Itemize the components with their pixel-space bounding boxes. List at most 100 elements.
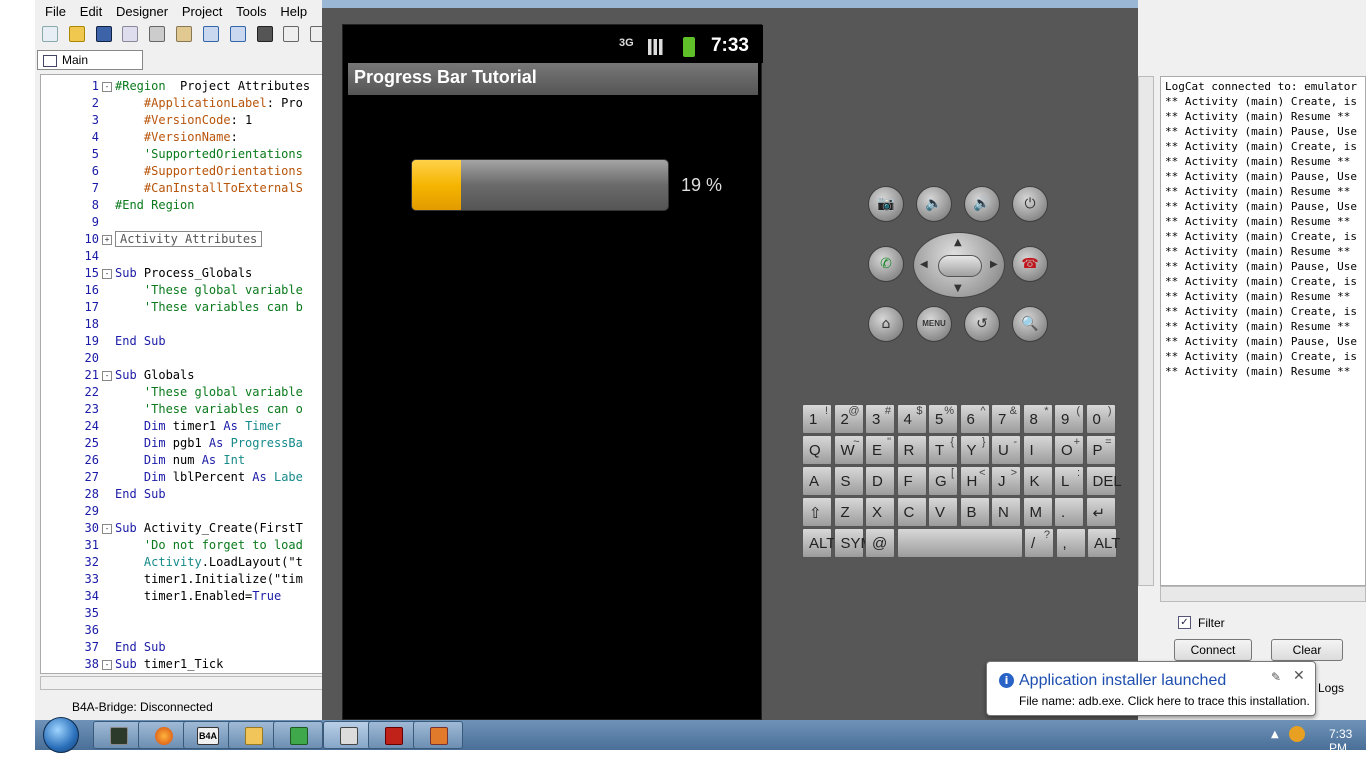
taskbar-installer[interactable] <box>273 721 323 749</box>
keyboard-key[interactable]: F <box>896 466 927 496</box>
code-line[interactable]: 3 #VersionCode: 1 <box>41 112 334 129</box>
close-icon[interactable]: ✕ <box>1293 668 1305 684</box>
taskbar-explorer[interactable] <box>228 721 278 749</box>
menu-file[interactable]: File <box>45 4 66 19</box>
code-line[interactable]: 16 'These global variable <box>41 282 334 299</box>
undo-icon[interactable] <box>202 26 219 42</box>
collapsed-region[interactable]: Activity Attributes <box>115 231 263 247</box>
collapse-icon[interactable]: - <box>102 371 112 381</box>
keyboard-key[interactable]: E " <box>865 435 895 465</box>
keyboard-key[interactable]: . <box>1054 497 1084 527</box>
editor-horizontal-scrollbar[interactable] <box>40 676 335 690</box>
keyboard-key[interactable]: ↵ <box>1085 497 1116 527</box>
tab-main[interactable]: Main <box>37 50 143 70</box>
phone-screen[interactable]: 3G 7:33 Progress Bar Tutorial 19 % <box>342 24 763 720</box>
keyboard-key[interactable]: P = <box>1085 435 1116 465</box>
code-line[interactable]: 2 #ApplicationLabel: Pro <box>41 95 334 112</box>
code-line[interactable]: 27 Dim lblPercent As Labe <box>41 469 334 486</box>
code-line[interactable]: 25 Dim pgb1 As ProgressBa <box>41 435 334 452</box>
keyboard-key[interactable]: SYM <box>833 528 873 558</box>
power-button[interactable]: ⏻ <box>1012 186 1048 222</box>
filter-checkbox[interactable]: ✓ <box>1178 616 1191 629</box>
keyboard-key[interactable]: ⇧ <box>802 497 832 527</box>
logcat-output[interactable]: LogCat connected to: emulator ** Activit… <box>1160 76 1366 586</box>
paste-icon[interactable] <box>176 26 193 42</box>
tray-expand-icon[interactable]: ▲ <box>1271 729 1279 740</box>
code-line[interactable]: 19 End Sub <box>41 333 334 350</box>
keyboard-key[interactable]: V <box>928 497 958 527</box>
code-line[interactable]: 4 #VersionName: <box>41 129 334 146</box>
back-button[interactable]: ↺ <box>964 306 1000 342</box>
keyboard-key[interactable]: D <box>865 466 895 496</box>
copy-icon[interactable] <box>122 26 139 42</box>
code-line[interactable]: 10 + Activity Attributes <box>41 231 334 248</box>
code-line[interactable]: 29 <box>41 503 334 520</box>
keyboard-key[interactable]: J > <box>991 466 1021 496</box>
code-line[interactable]: 17 'These variables can b <box>41 299 334 316</box>
code-line[interactable]: 14 <box>41 248 334 265</box>
keyboard-key[interactable]: X <box>865 497 895 527</box>
clear-button[interactable]: Clear <box>1271 639 1343 661</box>
keyboard-key[interactable]: 8 * <box>1022 404 1053 434</box>
menu-edit[interactable]: Edit <box>80 4 102 19</box>
code-line[interactable]: 5 'SupportedOrientations <box>41 146 334 163</box>
code-line[interactable]: 34 timer1.Enabled=True <box>41 588 334 605</box>
code-line[interactable]: 24 Dim timer1 As Timer <box>41 418 334 435</box>
call-button[interactable]: ✆ <box>868 246 904 282</box>
collapse-icon[interactable]: - <box>102 660 112 670</box>
code-line[interactable]: 31 'Do not forget to load <box>41 537 334 554</box>
keyboard-key[interactable]: 1! <box>802 404 832 434</box>
code-editor[interactable]: 1- #Region Project Attributes 2 #Applicati… <box>40 74 335 674</box>
code-line[interactable]: 6 #SupportedOrientations <box>41 163 334 180</box>
dpad[interactable]: ▲ ▼ ◀ ▶ <box>913 232 1005 298</box>
keyboard-key[interactable]: I <box>1022 435 1053 465</box>
keyboard-key[interactable]: M <box>1022 497 1053 527</box>
code-line[interactable]: 8 #End Region <box>41 197 334 214</box>
keyboard-key[interactable]: U- <box>991 435 1021 465</box>
end-call-button[interactable]: ☎ <box>1012 246 1048 282</box>
keyboard-key[interactable]: O + <box>1054 435 1084 465</box>
space-key[interactable] <box>896 528 1023 558</box>
keyboard-key[interactable]: 4 $ <box>896 404 927 434</box>
logcat-vertical-scrollbar[interactable] <box>1138 76 1154 586</box>
keyboard-key[interactable]: T{ <box>928 435 958 465</box>
installer-tray-icon[interactable] <box>1289 726 1305 742</box>
keyboard-key[interactable]: C <box>896 497 927 527</box>
keyboard-key[interactable]: ALT <box>802 528 835 558</box>
code-line[interactable]: 7 #CanInstallToExternalS <box>41 180 334 197</box>
keyboard-key[interactable]: 6 ^ <box>959 404 990 434</box>
code-line[interactable]: 36 <box>41 622 334 639</box>
keyboard-key[interactable]: K <box>1022 466 1053 496</box>
volume-up-button[interactable]: 🔊 <box>964 186 1000 222</box>
code-line[interactable]: 30- Sub Activity_Create(FirstT <box>41 520 334 537</box>
code-line[interactable]: 21- Sub Globals <box>41 367 334 384</box>
dpad-down-icon[interactable]: ▼ <box>954 283 962 294</box>
code-line[interactable]: 33 timer1.Initialize("tim <box>41 571 334 588</box>
keyboard-key[interactable]: W ~ <box>833 435 864 465</box>
code-line[interactable]: 9 <box>41 214 334 231</box>
collapse-icon[interactable]: - <box>102 269 112 279</box>
expand-icon[interactable]: + <box>102 235 112 245</box>
keyboard-key[interactable]: , <box>1055 528 1086 558</box>
taskbar-pdf[interactable] <box>368 721 418 749</box>
redo-icon[interactable] <box>229 26 246 42</box>
search-button[interactable]: 🔍 <box>1012 306 1048 342</box>
code-line[interactable]: 1- #Region Project Attributes <box>41 78 334 95</box>
keyboard-key[interactable]: L: <box>1054 466 1084 496</box>
keyboard-key[interactable]: H < <box>959 466 990 496</box>
dpad-center-button[interactable] <box>938 255 982 277</box>
pin-icon[interactable]: ✎ <box>1271 670 1281 684</box>
keyboard-key[interactable]: Q <box>802 435 832 465</box>
code-line[interactable]: 32 Activity.LoadLayout("t <box>41 554 334 571</box>
volume-down-button[interactable]: 🔈 <box>916 186 952 222</box>
collapse-icon[interactable]: - <box>102 82 112 92</box>
keyboard-key[interactable]: 5% <box>928 404 958 434</box>
menu-tools[interactable]: Tools <box>236 4 266 19</box>
indent-icon[interactable] <box>283 26 300 42</box>
code-line[interactable]: 15- Sub Process_Globals <box>41 265 334 282</box>
code-line[interactable]: 28 End Sub <box>41 486 334 503</box>
code-line[interactable]: 18 <box>41 316 334 333</box>
keyboard-key[interactable]: /? <box>1024 528 1054 558</box>
menu-help[interactable]: Help <box>280 4 307 19</box>
menu-project[interactable]: Project <box>182 4 222 19</box>
